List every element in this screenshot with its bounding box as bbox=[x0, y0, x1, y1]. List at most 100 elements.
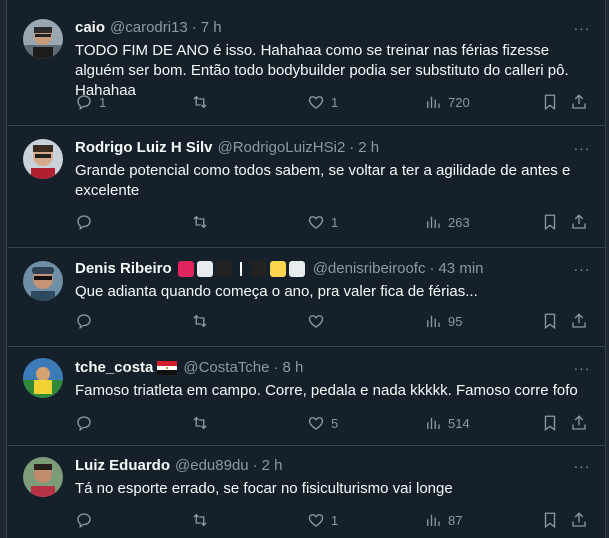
display-name[interactable]: tche_costa bbox=[75, 358, 153, 378]
tweet[interactable]: Denis Ribeiro @denisribeiroofc · 43 min … bbox=[8, 248, 605, 347]
bookmark-button[interactable] bbox=[541, 93, 559, 111]
more-options-button[interactable]: ··· bbox=[573, 139, 591, 157]
separator-dot: · bbox=[349, 139, 355, 156]
timestamp[interactable]: 43 min bbox=[438, 259, 483, 279]
reply-button[interactable] bbox=[75, 414, 99, 432]
reply-button[interactable] bbox=[75, 213, 99, 231]
views-button[interactable]: 263 bbox=[424, 213, 470, 231]
heart-icon bbox=[308, 96, 324, 109]
share-button[interactable] bbox=[570, 213, 588, 231]
tweet-header: Luiz Eduardo @edu89du · 2 h bbox=[75, 456, 282, 476]
tweet-actions: 1 263 bbox=[75, 213, 595, 233]
timestamp[interactable]: 7 h bbox=[201, 18, 222, 38]
tweet-text: Famoso triatleta em campo. Corre, pedala… bbox=[75, 382, 578, 399]
tweet-text: Que adianta quando começa o ano, pra val… bbox=[75, 283, 478, 300]
tweet-header: tche_costa @CostaTche · 8 h bbox=[75, 358, 303, 378]
tweet-actions: 1 87 bbox=[75, 511, 595, 531]
retweet-button[interactable] bbox=[191, 414, 215, 432]
user-handle[interactable]: @denisribeiroofc bbox=[313, 259, 426, 279]
tweet[interactable]: tche_costa @CostaTche · 8 h ··· Famoso t… bbox=[8, 347, 605, 446]
display-name[interactable]: Rodrigo Luiz H Silv bbox=[75, 138, 213, 158]
tweet-actions: 5 514 bbox=[75, 414, 595, 434]
reply-button[interactable]: 1 bbox=[75, 93, 106, 111]
retweet-button[interactable] bbox=[191, 213, 215, 231]
bookmark-icon bbox=[544, 415, 556, 432]
tweet-header: caio @carodri13 · 7 h bbox=[75, 18, 222, 38]
white-square-emoji bbox=[288, 261, 305, 277]
tweet-header: Denis Ribeiro @denisribeiroofc · 43 min bbox=[75, 259, 484, 279]
like-count: 1 bbox=[331, 94, 339, 110]
reply-button[interactable] bbox=[75, 511, 99, 529]
like-button[interactable]: 1 bbox=[307, 213, 338, 231]
views-chart-icon bbox=[427, 417, 440, 429]
user-handle[interactable]: @CostaTche bbox=[183, 358, 269, 378]
view-count: 720 bbox=[448, 94, 470, 110]
heart-icon bbox=[308, 514, 324, 527]
reply-icon bbox=[77, 95, 91, 111]
tweet-text: TODO FIM DE ANO é isso. Hahahaa como se … bbox=[75, 42, 569, 99]
bookmark-button[interactable] bbox=[541, 213, 559, 231]
bookmark-icon bbox=[544, 214, 556, 231]
timestamp[interactable]: 2 h bbox=[358, 138, 379, 158]
retweet-button[interactable] bbox=[191, 511, 215, 529]
heart-icon bbox=[308, 315, 324, 328]
bookmark-icon bbox=[544, 94, 556, 111]
retweet-icon bbox=[193, 314, 207, 328]
view-count: 514 bbox=[448, 415, 470, 431]
bookmark-button[interactable] bbox=[541, 414, 559, 432]
like-button[interactable] bbox=[307, 312, 331, 330]
share-icon bbox=[572, 415, 586, 430]
views-button[interactable]: 514 bbox=[424, 414, 470, 432]
avatar[interactable] bbox=[23, 19, 63, 59]
tweet-actions: 95 bbox=[75, 312, 595, 332]
black-square-emoji bbox=[250, 261, 267, 277]
share-button[interactable] bbox=[570, 93, 588, 111]
tweet[interactable]: Luiz Eduardo @edu89du · 2 h ··· Tá no es… bbox=[8, 446, 605, 538]
avatar[interactable] bbox=[23, 457, 63, 497]
views-button[interactable]: 95 bbox=[424, 312, 462, 330]
tweet-text: Grande potencial como todos sabem, se vo… bbox=[75, 162, 571, 199]
reply-icon bbox=[77, 416, 91, 432]
views-button[interactable]: 720 bbox=[424, 93, 470, 111]
views-chart-icon bbox=[427, 514, 440, 526]
more-options-button[interactable]: ··· bbox=[573, 359, 591, 377]
like-button[interactable]: 1 bbox=[307, 511, 338, 529]
like-button[interactable]: 1 bbox=[307, 93, 338, 111]
avatar[interactable] bbox=[23, 261, 63, 301]
user-handle[interactable]: @carodri13 bbox=[110, 18, 188, 38]
timestamp[interactable]: 8 h bbox=[282, 358, 303, 378]
view-count: 87 bbox=[448, 512, 463, 528]
more-options-button[interactable]: ··· bbox=[573, 260, 591, 278]
display-name[interactable]: caio bbox=[75, 18, 105, 38]
tweet[interactable]: caio @carodri13 · 7 h ··· TODO FIM DE AN… bbox=[8, 0, 605, 126]
name-separator bbox=[239, 262, 242, 276]
bookmark-button[interactable] bbox=[541, 511, 559, 529]
share-button[interactable] bbox=[570, 312, 588, 330]
user-handle[interactable]: @edu89du bbox=[175, 456, 249, 476]
user-handle[interactable]: @RodrigoLuizHSi2 bbox=[218, 138, 346, 158]
tweet[interactable]: Rodrigo Luiz H Silv @RodrigoLuizHSi2 · 2… bbox=[8, 126, 605, 248]
bookmark-icon bbox=[544, 512, 556, 529]
share-button[interactable] bbox=[570, 414, 588, 432]
more-options-button[interactable]: ··· bbox=[573, 457, 591, 475]
views-button[interactable]: 87 bbox=[424, 511, 462, 529]
like-count: 1 bbox=[331, 214, 339, 230]
reply-button[interactable] bbox=[75, 312, 99, 330]
like-count: 1 bbox=[331, 512, 339, 528]
retweet-icon bbox=[193, 416, 207, 430]
yellow-square-emoji bbox=[269, 261, 286, 277]
share-button[interactable] bbox=[570, 511, 588, 529]
bookmark-button[interactable] bbox=[541, 312, 559, 330]
display-name[interactable]: Luiz Eduardo bbox=[75, 456, 170, 476]
flag-emoji bbox=[157, 361, 178, 375]
like-button[interactable]: 5 bbox=[307, 414, 338, 432]
more-options-button[interactable]: ··· bbox=[573, 19, 591, 37]
reply-feed: caio @carodri13 · 7 h ··· TODO FIM DE AN… bbox=[8, 0, 605, 538]
separator-dot: · bbox=[252, 457, 258, 474]
display-name[interactable]: Denis Ribeiro bbox=[75, 259, 172, 279]
retweet-button[interactable] bbox=[191, 312, 215, 330]
avatar[interactable] bbox=[23, 358, 63, 398]
timestamp[interactable]: 2 h bbox=[262, 456, 283, 476]
avatar[interactable] bbox=[23, 139, 63, 179]
retweet-button[interactable] bbox=[191, 93, 215, 111]
